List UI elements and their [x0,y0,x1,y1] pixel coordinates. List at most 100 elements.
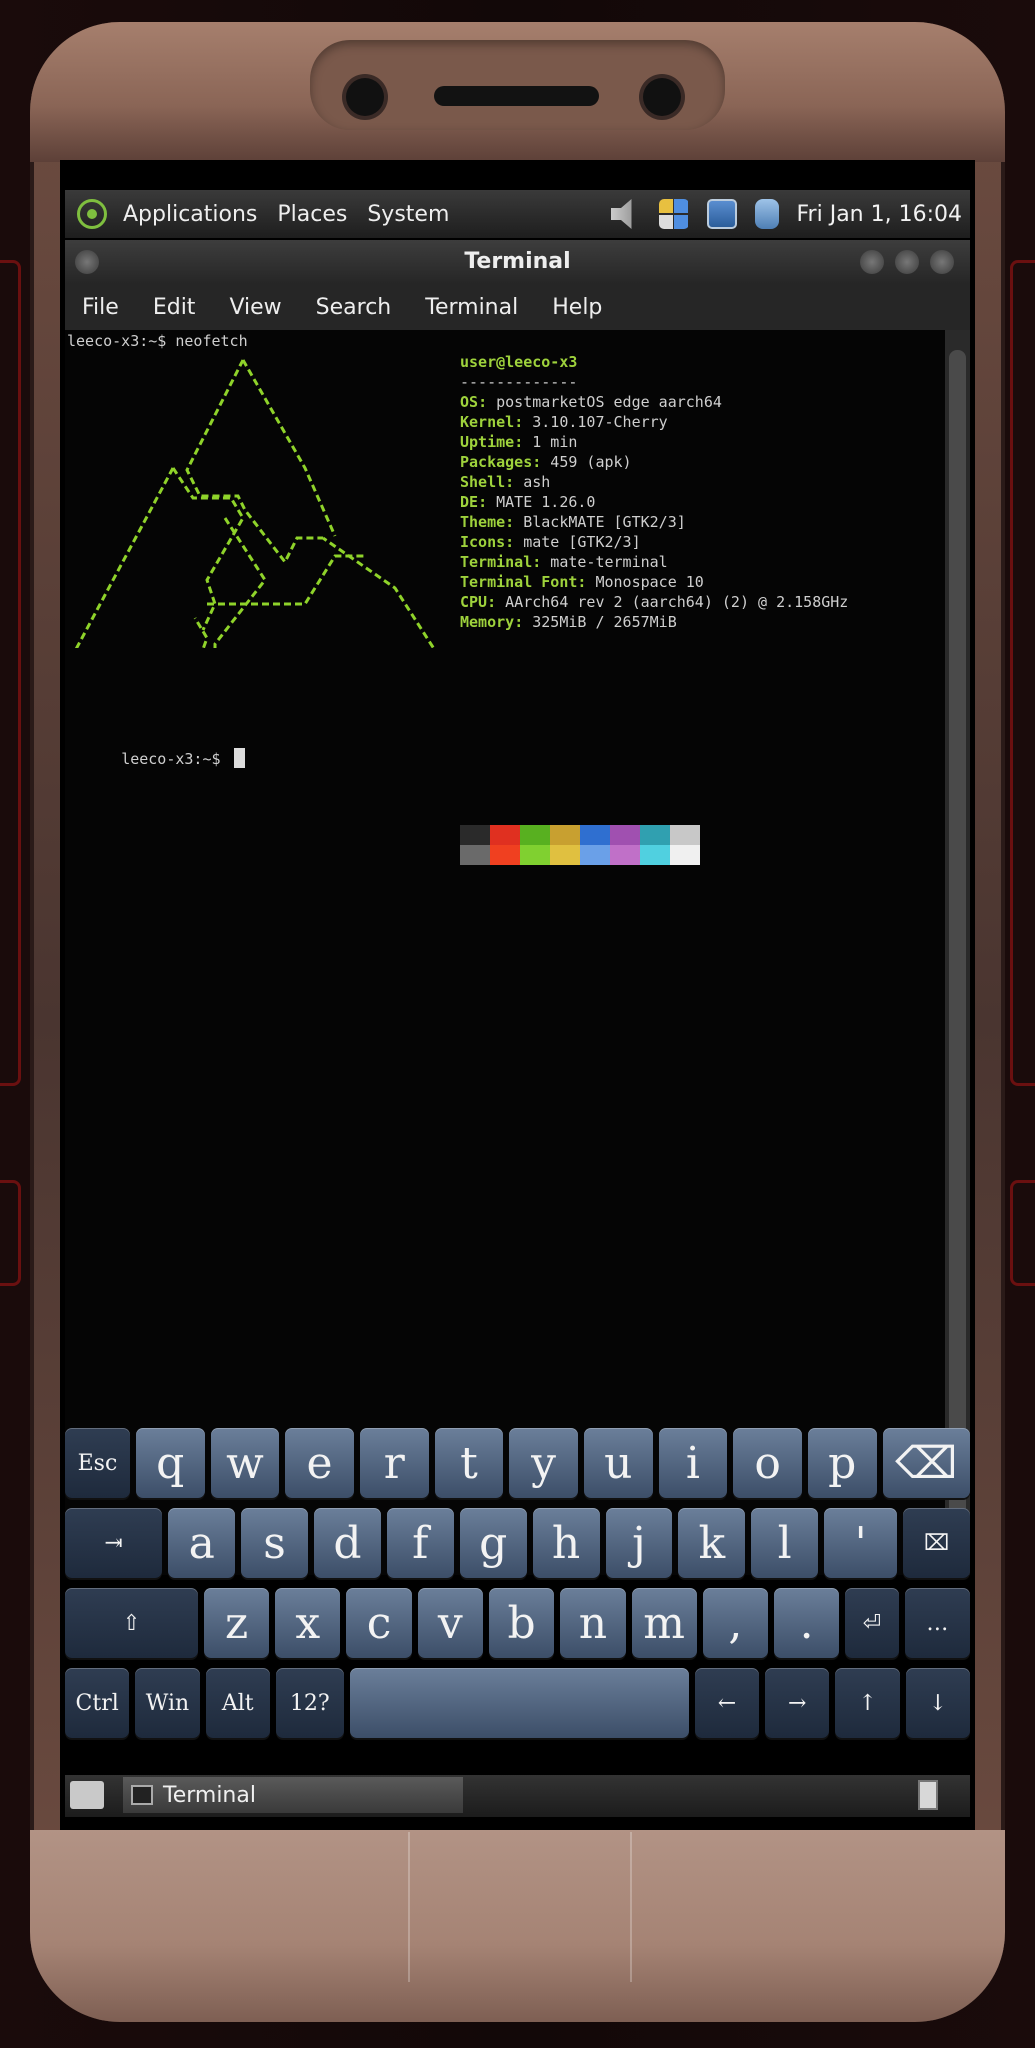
key-b[interactable]: b [488,1588,555,1658]
key-row3-8[interactable]: , [702,1588,769,1658]
key-row4-2[interactable]: Alt [205,1668,270,1738]
terminal-output[interactable]: leeco-x3:~$ neofetch user@leeco-x3 -----… [65,330,945,1575]
key-m[interactable]: m [631,1588,697,1658]
palette-swatch [520,825,550,845]
menu-system[interactable]: System [357,202,459,227]
taskbar-item-terminal[interactable]: Terminal [123,1777,463,1813]
key-d[interactable]: d [314,1508,381,1578]
key-row4-3[interactable]: 12? [275,1668,344,1738]
key-row1-11[interactable]: ⌫ [882,1428,970,1498]
network-icon[interactable] [706,199,737,229]
key-row1-0[interactable]: Esc [65,1428,130,1498]
key-c[interactable]: c [346,1588,412,1658]
board-decoration-left-2 [0,1180,21,1286]
palette-swatch [580,825,610,845]
key-z[interactable]: z [203,1588,270,1658]
menu-help[interactable]: Help [535,295,619,320]
menu-edit[interactable]: Edit [136,295,213,320]
info-value: Monospace 10 [586,573,704,591]
key-j[interactable]: j [605,1508,673,1578]
info-row: Icons: mate [GTK2/3] [460,532,848,552]
key-row2-11[interactable]: ⌧ [903,1508,970,1578]
info-row: Packages: 459 (apk) [460,452,848,472]
palette-swatch [490,845,520,865]
info-colon: : [514,433,524,451]
key-row4-5[interactable]: ← [694,1668,760,1738]
text-cursor [233,748,245,768]
info-key: Memory [460,613,515,631]
workspace-switcher[interactable] [918,1780,938,1810]
storage-icon[interactable] [754,199,779,229]
key-w[interactable]: w [210,1428,280,1498]
palette-swatch [670,845,700,865]
workspace-applet-icon[interactable] [658,199,689,229]
front-camera-icon [346,78,384,116]
mate-logo-icon[interactable] [77,199,107,229]
info-key: Terminal [460,553,533,571]
key-h[interactable]: h [532,1508,600,1578]
key-row4-7[interactable]: ↑ [835,1668,900,1738]
info-key: CPU [460,593,488,611]
menu-view[interactable]: View [212,295,298,320]
clock[interactable]: Fri Jan 1, 16:04 [797,202,963,227]
key-row2-0[interactable]: ⇥ [65,1508,163,1578]
key-row3-10[interactable]: ⏎ [845,1588,899,1658]
info-colon: : [514,613,524,631]
terminal-icon [131,1785,153,1805]
palette-swatch [610,825,640,845]
key-row4-8[interactable]: ↓ [905,1668,970,1738]
onscreen-keyboard: Esc q w e r t y u i o p ⌫ ⇥ a s d f g h j k l ' ⌧ ⇧ z x c v b n m,. ⏎… Ct… [65,1428,970,1768]
menu-file[interactable]: File [65,295,136,320]
menu-places[interactable]: Places [267,202,357,227]
key-x[interactable]: x [275,1588,341,1658]
palette-swatch [580,845,610,865]
window-titlebar[interactable]: Terminal [65,240,970,284]
menu-terminal[interactable]: Terminal [408,295,535,320]
key-u[interactable]: u [583,1428,653,1498]
key-e[interactable]: e [285,1428,354,1498]
info-value: 459 (apk) [541,453,632,471]
info-value: AArch64 rev 2 (aarch64) (2) @ 2.158GHz [496,593,849,611]
key-row3-9[interactable]: . [774,1588,840,1658]
key-row4-1[interactable]: Win [135,1668,200,1738]
show-desktop-icon[interactable] [70,1781,104,1809]
system-info: user@leeco-x3 ------------- OS: postmark… [460,352,848,632]
palette-swatch [460,845,490,865]
key-s[interactable]: s [241,1508,309,1578]
taskbar-item-label: Terminal [163,1782,256,1808]
info-value: 1 min [523,433,578,451]
key-k[interactable]: k [678,1508,746,1578]
key-r[interactable]: r [359,1428,429,1498]
close-button[interactable] [930,250,954,274]
volume-icon[interactable] [610,199,632,229]
terminal-scrollbar[interactable] [945,330,970,1575]
key-l[interactable]: l [751,1508,819,1578]
key-row2-10[interactable]: ' [824,1508,898,1578]
maximize-button[interactable] [895,250,919,274]
key-row4-6[interactable]: → [765,1668,830,1738]
key-row3-11[interactable]: … [904,1588,970,1658]
menu-search[interactable]: Search [299,295,409,320]
key-v[interactable]: v [417,1588,483,1658]
menu-applications[interactable]: Applications [113,202,267,227]
prompt-text: leeco-x3:~$ [121,750,230,768]
info-row: Uptime: 1 min [460,432,848,452]
key-a[interactable]: a [168,1508,236,1578]
key-o[interactable]: o [733,1428,802,1498]
space-key[interactable] [349,1668,689,1738]
key-row4-0[interactable]: Ctrl [65,1668,130,1738]
key-f[interactable]: f [386,1508,454,1578]
key-g[interactable]: g [459,1508,527,1578]
home-button[interactable] [408,1832,632,1982]
minimize-button[interactable] [860,250,884,274]
key-n[interactable]: n [560,1588,626,1658]
window-menu-icon[interactable] [75,250,99,274]
scrollbar-thumb[interactable] [949,350,966,1550]
key-row3-0[interactable]: ⇧ [65,1588,198,1658]
key-t[interactable]: t [434,1428,504,1498]
key-q[interactable]: q [135,1428,205,1498]
key-p[interactable]: p [807,1428,877,1498]
key-i[interactable]: i [658,1428,728,1498]
info-key: Theme [460,513,506,531]
key-y[interactable]: y [509,1428,578,1498]
